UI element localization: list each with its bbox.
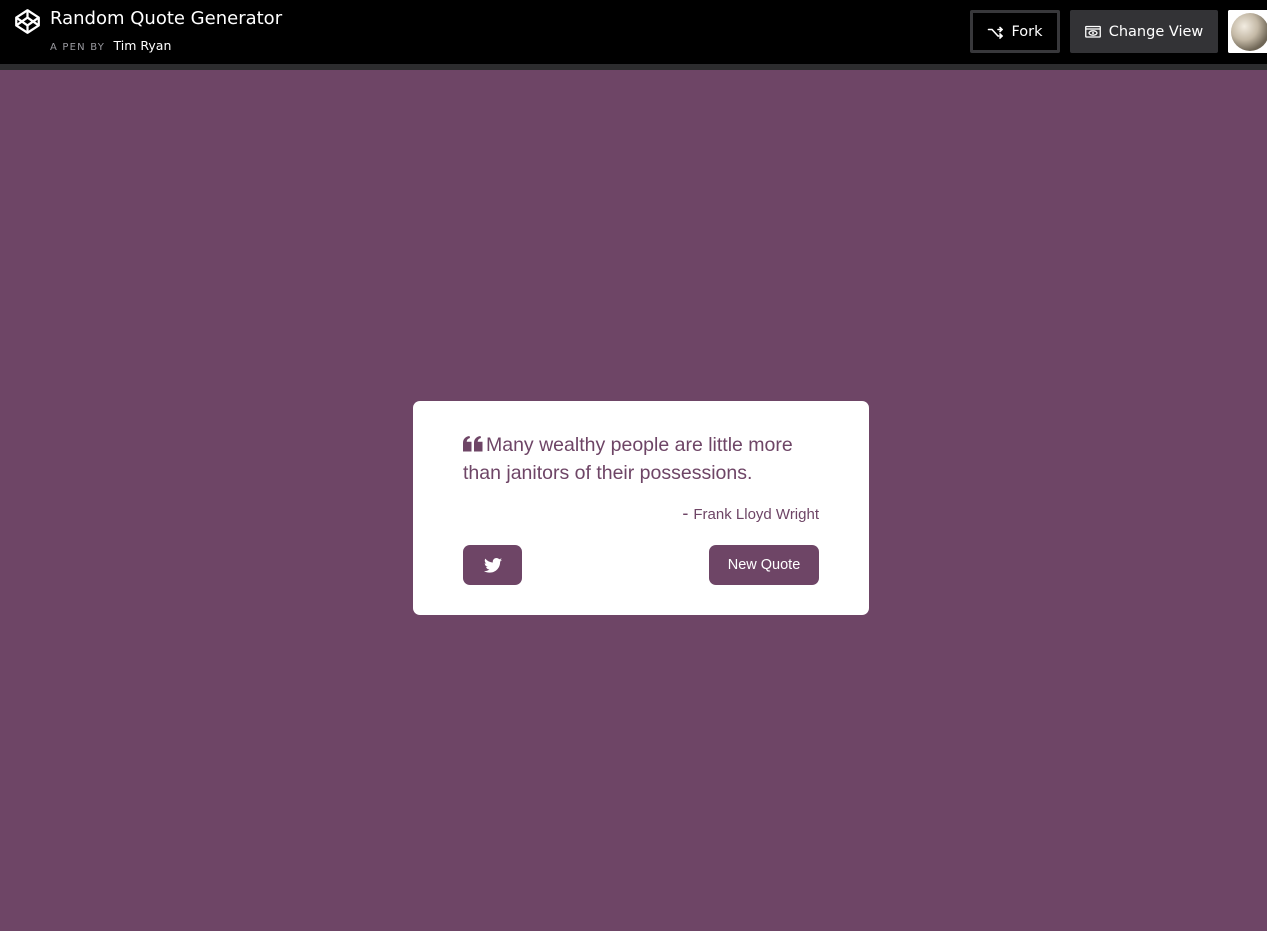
preview-stage: Many wealthy people are little more than… <box>0 70 1267 931</box>
pen-title: Random Quote Generator <box>50 8 283 29</box>
top-bar: Random Quote Generator A PEN BY Tim Ryan… <box>0 0 1267 70</box>
avatar-image <box>1228 10 1267 53</box>
change-view-button[interactable]: Change View <box>1070 10 1218 53</box>
quote-box: Many wealthy people are little more than… <box>413 401 869 615</box>
quote-text-block: Many wealthy people are little more than… <box>463 431 823 487</box>
twitter-icon <box>483 557 502 573</box>
tweet-quote-button[interactable] <box>463 545 522 585</box>
pen-byline: A PEN BY Tim Ryan <box>50 38 171 56</box>
fork-button[interactable]: Fork <box>970 10 1060 53</box>
eye-window-icon <box>1084 25 1101 38</box>
user-avatar[interactable] <box>1228 10 1267 53</box>
fork-label: Fork <box>1011 23 1043 40</box>
pen-author-link[interactable]: Tim Ryan <box>114 38 172 53</box>
fork-icon <box>988 26 1004 39</box>
change-view-label: Change View <box>1108 23 1204 40</box>
author-dash: - <box>682 503 689 523</box>
quote-author-line: - Frank Lloyd Wright <box>682 501 819 527</box>
quote-left-icon <box>463 436 483 452</box>
codepen-logo-icon[interactable] <box>14 8 41 35</box>
quote-author: Frank Lloyd Wright <box>693 506 819 523</box>
quote-text: Many wealthy people are little more than… <box>463 434 793 484</box>
new-quote-button[interactable]: New Quote <box>709 545 819 585</box>
pen-by-label: A PEN BY <box>50 42 106 53</box>
